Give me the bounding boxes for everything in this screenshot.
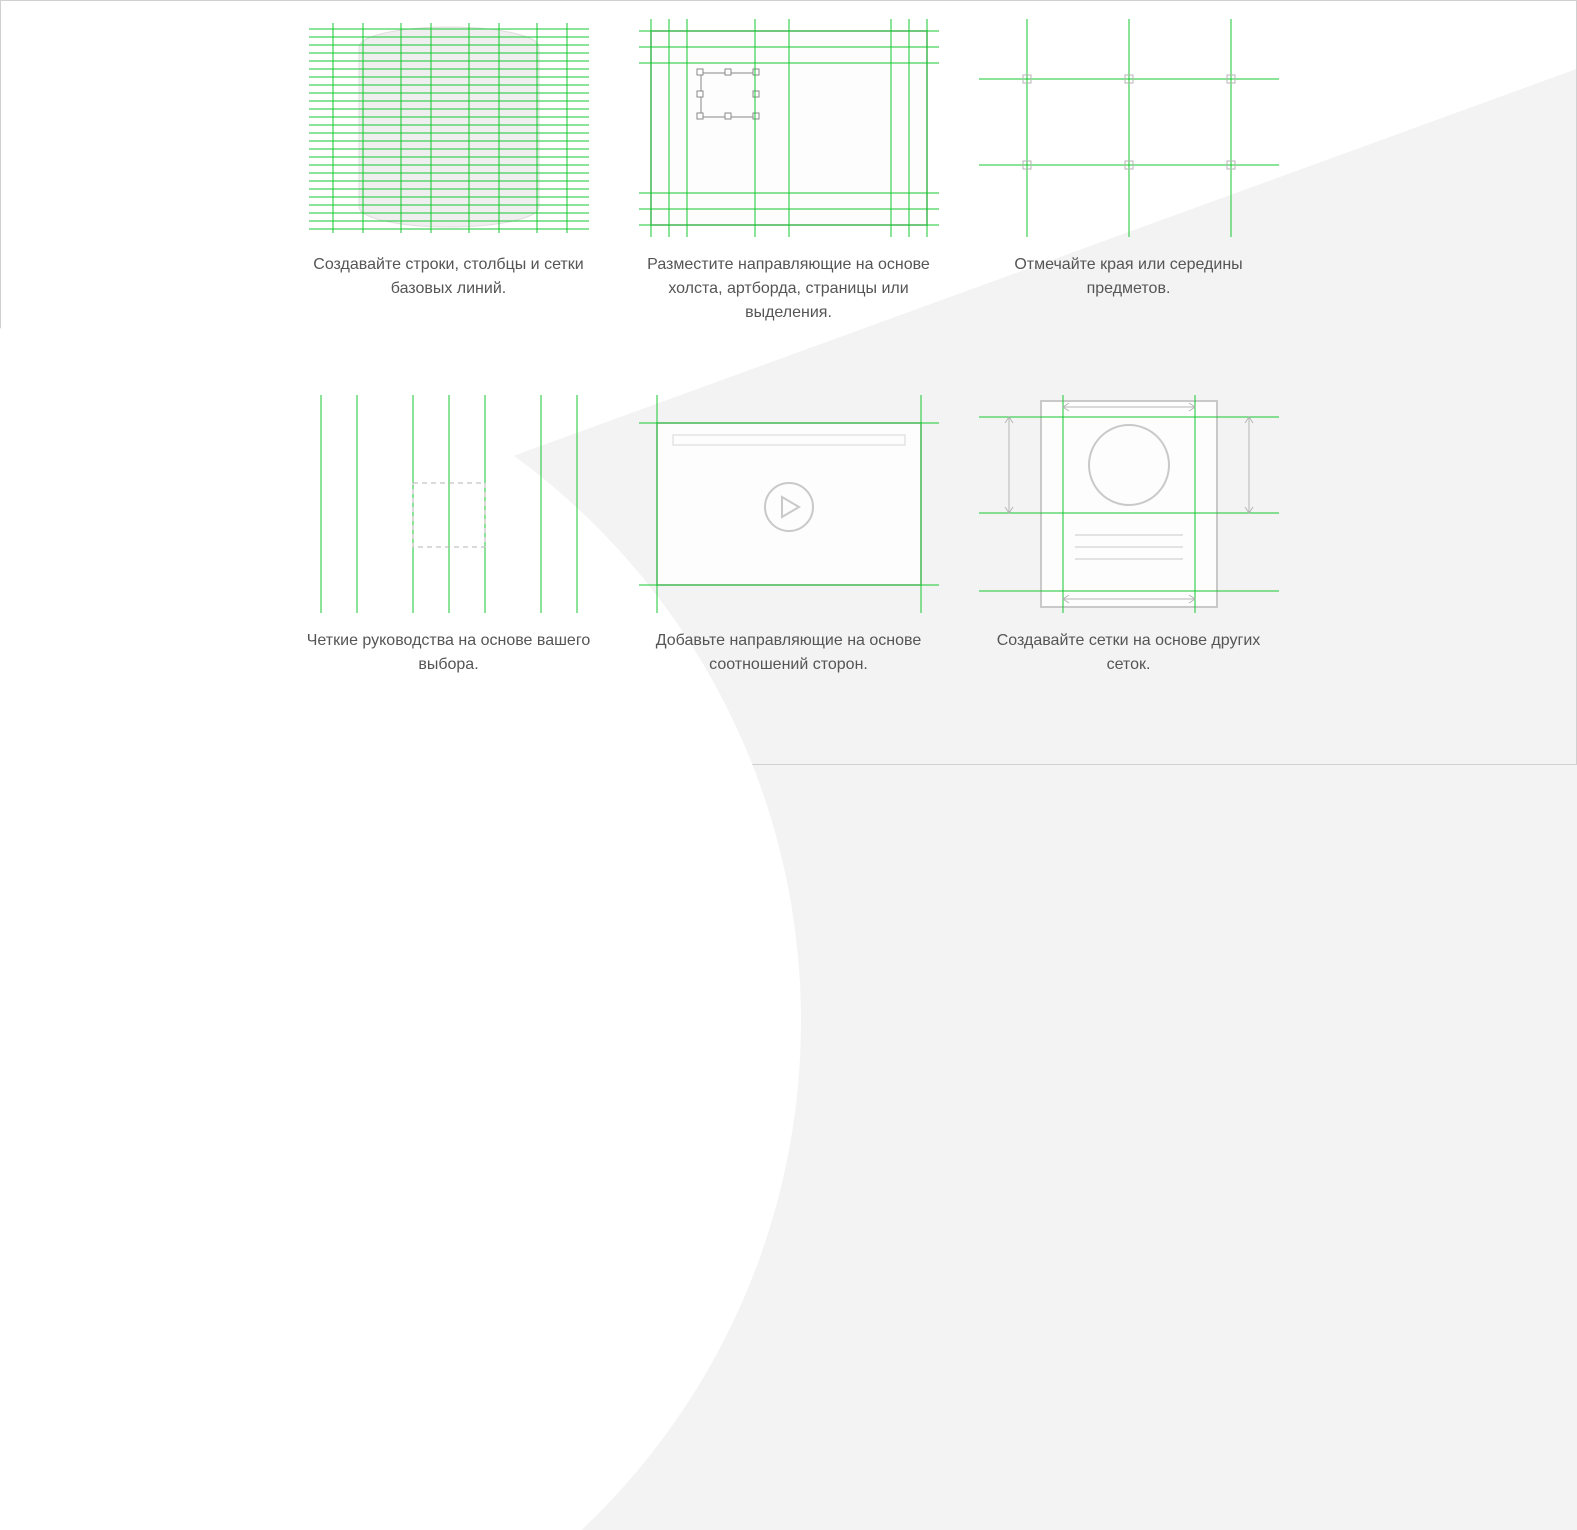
feature-caption: Разместите направляющие на основе холста…	[639, 253, 939, 325]
feature-card-grids-from-grids: Создавайте сетки на основе других сеток.	[979, 395, 1279, 677]
feature-grid: Создавайте строки, столбцы и сетки базов…	[299, 1, 1279, 677]
feature-illustration	[979, 395, 1279, 613]
feature-card-edges-midpoints: Отмечайте края или середины предметов.	[979, 19, 1279, 325]
feature-card-rows-cols: Создавайте строки, столбцы и сетки базов…	[299, 19, 599, 325]
feature-illustration	[639, 19, 939, 237]
feature-illustration	[299, 19, 599, 237]
feature-row-2: Четкие руководства на основе вашего выбо…	[299, 395, 1279, 677]
feature-row-1: Создавайте строки, столбцы и сетки базов…	[299, 19, 1279, 325]
feature-illustration	[639, 395, 939, 613]
feature-illustration	[979, 19, 1279, 237]
feature-card-aspect-ratio: Добавьте направляющие на основе соотноше…	[639, 395, 939, 677]
feature-caption: Отмечайте края или середины предметов.	[979, 253, 1279, 301]
feature-card-guides-selection: Четкие руководства на основе вашего выбо…	[299, 395, 599, 677]
feature-caption: Добавьте направляющие на основе соотноше…	[639, 629, 939, 677]
feature-caption: Создавайте сетки на основе других сеток.	[979, 629, 1279, 677]
feature-caption: Четкие руководства на основе вашего выбо…	[299, 629, 599, 677]
feature-caption: Создавайте строки, столбцы и сетки базов…	[299, 253, 599, 301]
feature-card-guides-canvas: Разместите направляющие на основе холста…	[639, 19, 939, 325]
feature-illustration	[299, 395, 599, 613]
